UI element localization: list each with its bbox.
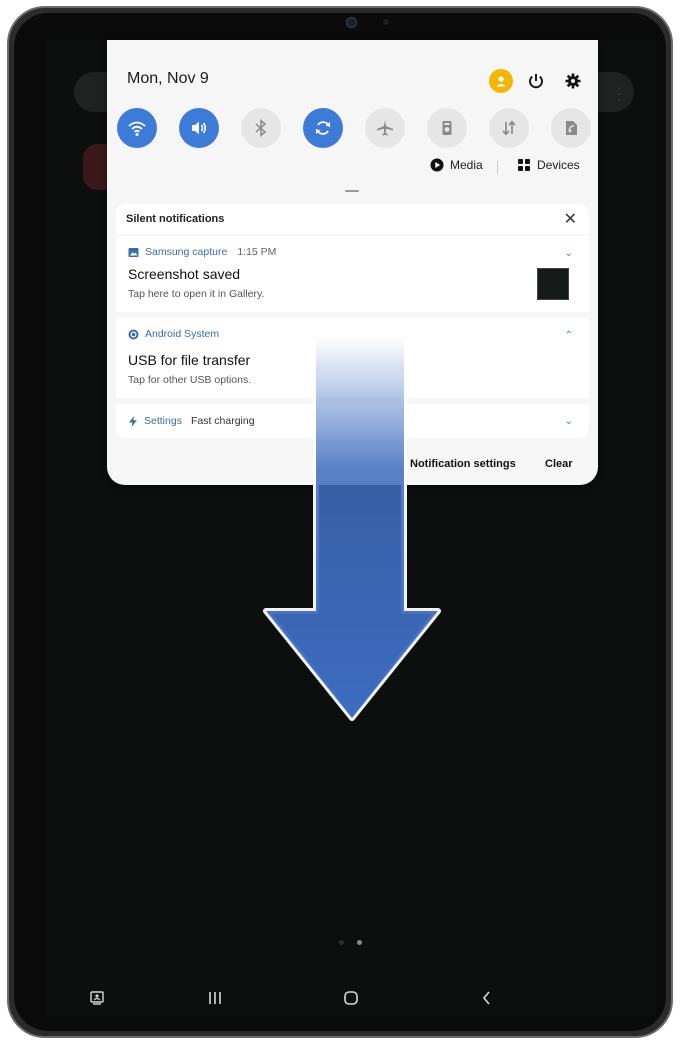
power-saving-icon bbox=[566, 121, 577, 135]
notification-app-row: Android System bbox=[128, 328, 219, 340]
keyboard-switch-button[interactable] bbox=[82, 980, 112, 1016]
navigation-bar bbox=[47, 980, 656, 1016]
clear-button[interactable]: Clear bbox=[545, 458, 573, 470]
media-devices-row: Media Devices bbox=[107, 158, 598, 178]
devices-grid-icon bbox=[518, 159, 530, 171]
keyboard-switch-icon bbox=[90, 991, 104, 1005]
gallery-icon bbox=[128, 247, 139, 257]
media-button[interactable]: Media bbox=[430, 158, 483, 172]
back-icon bbox=[482, 991, 490, 1005]
back-button[interactable] bbox=[472, 980, 502, 1016]
airplane-mode-icon bbox=[377, 120, 393, 136]
quick-settings-tiles bbox=[117, 108, 591, 148]
light-sensor bbox=[383, 19, 389, 25]
settings-button[interactable] bbox=[560, 68, 586, 94]
mobile-data-icon bbox=[502, 120, 516, 136]
lightning-icon bbox=[129, 415, 137, 427]
sound-toggle[interactable] bbox=[179, 108, 219, 148]
notification-card-screenshot[interactable]: Samsung capture 1:15 PM ⌄ Screenshot sav… bbox=[116, 236, 589, 312]
notification-title: USB for file transfer bbox=[128, 352, 251, 368]
user-profile-button[interactable] bbox=[488, 68, 514, 94]
notification-text: Tap for other USB options. bbox=[128, 374, 252, 386]
front-camera bbox=[346, 17, 357, 28]
notification-app-row: Samsung capture 1:15 PM bbox=[128, 246, 276, 258]
page-indicator-dot bbox=[339, 940, 344, 945]
wifi-icon bbox=[128, 121, 146, 136]
media-label: Media bbox=[450, 158, 483, 172]
notification-text: Tap here to open it in Gallery. bbox=[128, 288, 265, 300]
recent-apps-icon bbox=[209, 992, 221, 1004]
expand-chevron-icon[interactable]: ⌄ bbox=[565, 248, 573, 259]
android-system-icon bbox=[128, 329, 139, 339]
home-button[interactable] bbox=[336, 980, 366, 1016]
screenshot-thumbnail bbox=[537, 268, 569, 300]
flashlight-icon bbox=[442, 121, 452, 135]
notification-app-name: Android System bbox=[145, 328, 220, 340]
power-saving-toggle[interactable] bbox=[551, 108, 591, 148]
recent-apps-button[interactable] bbox=[200, 980, 230, 1016]
bluetooth-toggle[interactable] bbox=[241, 108, 281, 148]
silent-notifications-title: Silent notifications bbox=[126, 213, 225, 225]
user-avatar-icon bbox=[489, 69, 513, 93]
page-indicator-dot-active bbox=[357, 940, 362, 945]
notification-app-name: Samsung capture bbox=[145, 246, 228, 258]
sound-icon bbox=[192, 121, 207, 135]
flashlight-toggle[interactable] bbox=[427, 108, 467, 148]
bluetooth-icon bbox=[255, 118, 267, 138]
swipe-down-arrow bbox=[263, 336, 441, 721]
auto-rotate-toggle[interactable] bbox=[303, 108, 343, 148]
expand-chevron-icon[interactable]: ⌄ bbox=[565, 416, 573, 427]
collapse-chevron-icon[interactable]: ⌃ bbox=[565, 330, 573, 341]
devices-label: Devices bbox=[537, 158, 580, 172]
airplane-mode-toggle[interactable] bbox=[365, 108, 405, 148]
date-label: Mon, Nov 9 bbox=[127, 70, 209, 87]
panel-drag-handle[interactable] bbox=[345, 190, 359, 192]
notification-time: 1:15 PM bbox=[237, 246, 277, 258]
notification-app-name: Settings bbox=[144, 415, 182, 427]
wifi-toggle[interactable] bbox=[117, 108, 157, 148]
gear-icon bbox=[565, 73, 581, 89]
notification-app-row: Settings Fast charging bbox=[128, 415, 255, 427]
close-icon[interactable]: ✕ bbox=[564, 209, 577, 229]
notification-summary: Fast charging bbox=[190, 415, 255, 427]
devices-button[interactable]: Devices bbox=[517, 158, 580, 172]
home-icon bbox=[344, 991, 358, 1005]
silent-notifications-header: Silent notifications ✕ bbox=[116, 204, 589, 234]
power-icon bbox=[529, 74, 543, 89]
mobile-data-toggle[interactable] bbox=[489, 108, 529, 148]
notification-title: Screenshot saved bbox=[128, 266, 241, 282]
power-button[interactable] bbox=[523, 68, 549, 94]
divider bbox=[497, 161, 498, 174]
auto-rotate-icon bbox=[315, 121, 331, 135]
play-icon bbox=[430, 158, 444, 172]
more-options-icon[interactable]: ⋮ bbox=[611, 84, 627, 104]
